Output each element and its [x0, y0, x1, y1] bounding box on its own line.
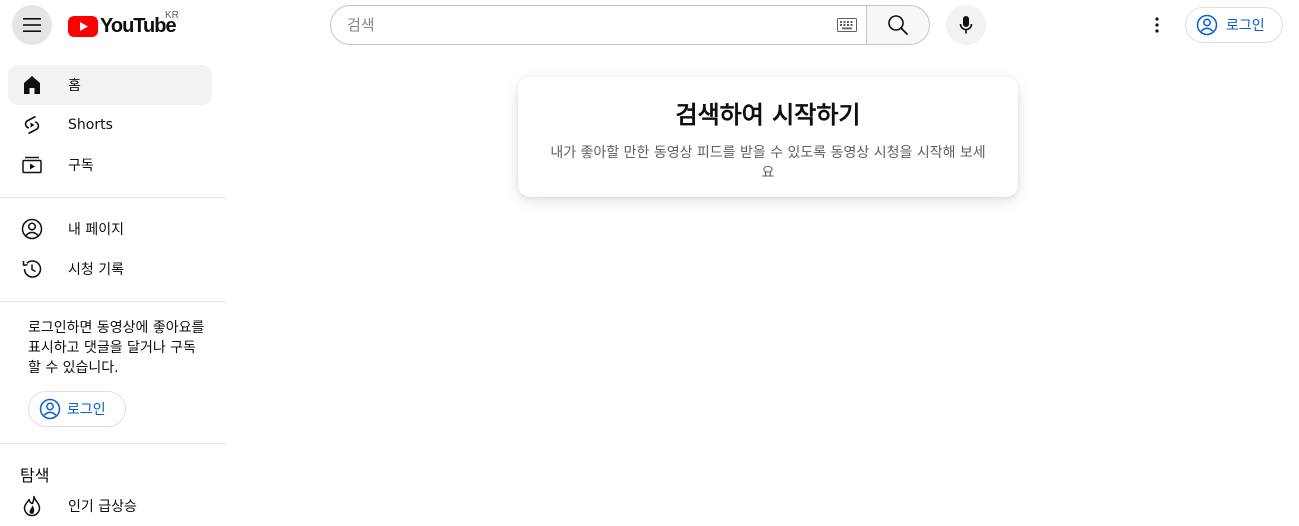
sidebar-item-label: 시청 기록 — [68, 262, 124, 278]
sidebar-item-you[interactable]: 내 페이지 — [8, 209, 212, 249]
sidebar-item-history[interactable]: 시청 기록 — [8, 249, 212, 289]
account-circle-icon — [39, 398, 61, 420]
search-input[interactable] — [347, 16, 827, 34]
sidebar-item-label: Shorts — [68, 117, 113, 133]
microphone-icon — [959, 16, 973, 34]
region-code: KR — [165, 10, 179, 21]
sidebar-item-label: 구독 — [68, 158, 94, 174]
guide-sidebar: 홈 Shorts 구독 내 페이지 시청 기록 로그인하면 동영상에 좋아요를 … — [0, 56, 226, 526]
sidebar-divider — [0, 301, 226, 302]
more-vertical-icon — [1155, 17, 1159, 33]
search-icon — [888, 15, 908, 35]
signin-label: 로그인 — [67, 402, 106, 418]
trending-icon — [20, 494, 44, 518]
account-circle-icon — [1196, 14, 1218, 36]
sidebar-item-trending[interactable]: 인기 급상승 — [8, 486, 212, 526]
youtube-logo[interactable]: YouTube — [68, 12, 177, 40]
guide-menu-button[interactable] — [12, 5, 52, 45]
card-title: 검색하여 시작하기 — [675, 101, 861, 129]
youtube-play-icon — [68, 15, 98, 37]
shorts-icon — [20, 113, 44, 137]
signin-prompt-text: 로그인하면 동영상에 좋아요를 표시하고 댓글을 달거나 구독할 수 있습니다. — [28, 320, 205, 376]
signin-button[interactable]: 로그인 — [1185, 7, 1283, 43]
sidebar-item-label: 인기 급상승 — [68, 499, 137, 515]
hamburger-menu-icon — [23, 18, 41, 32]
account-icon — [20, 217, 44, 241]
sidebar-item-home[interactable]: 홈 — [8, 65, 212, 105]
voice-search-button[interactable] — [946, 5, 986, 45]
card-description: 내가 좋아할 만한 동영상 피드를 받을 수 있도록 동영상 시청을 시작해 보… — [550, 145, 986, 181]
settings-more-button[interactable] — [1138, 6, 1176, 44]
sidebar-item-label: 내 페이지 — [68, 222, 124, 238]
empty-feed-card: 검색하여 시작하기 내가 좋아할 만한 동영상 피드를 받을 수 있도록 동영상… — [518, 77, 1018, 197]
sidebar-signin-button[interactable]: 로그인 — [28, 391, 126, 427]
search-button[interactable] — [866, 5, 930, 45]
sidebar-item-subscriptions[interactable]: 구독 — [8, 145, 212, 185]
sidebar-divider — [0, 443, 226, 444]
explore-section-title: 탐색 — [20, 466, 50, 485]
history-icon — [20, 257, 44, 281]
masthead: YouTube KR 검색 로그인 — [0, 0, 1299, 56]
home-icon — [20, 73, 44, 97]
sidebar-divider — [0, 197, 226, 198]
sidebar-item-label: 홈 — [68, 78, 81, 94]
sidebar-item-shorts[interactable]: Shorts — [8, 105, 212, 145]
subscriptions-icon — [20, 153, 44, 177]
search-box — [330, 5, 867, 45]
signin-label: 로그인 — [1226, 18, 1265, 34]
keyboard-icon[interactable] — [837, 18, 857, 32]
